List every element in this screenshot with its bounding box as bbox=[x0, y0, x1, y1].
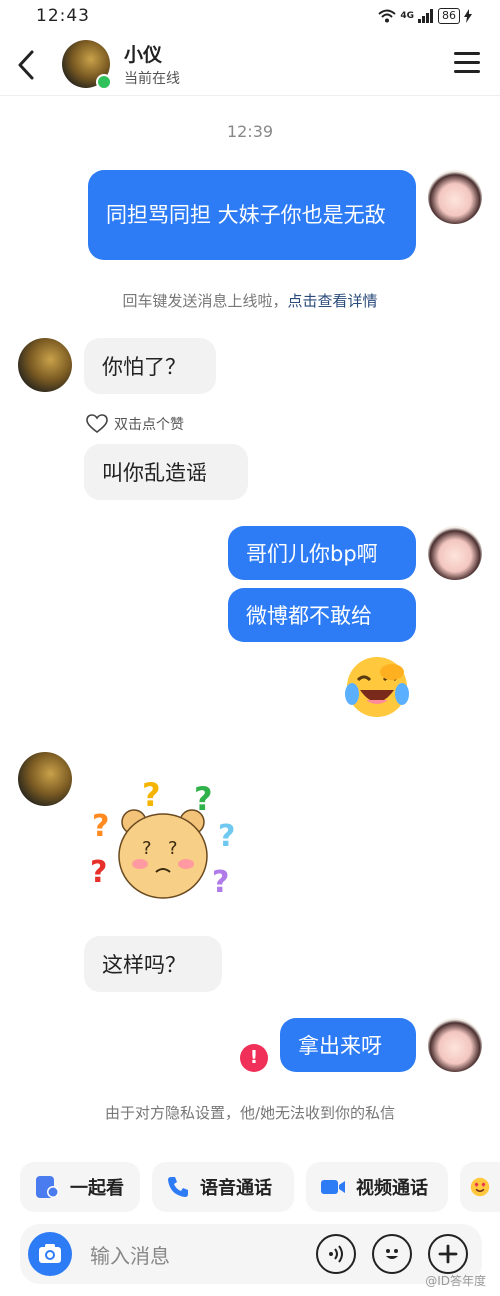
notice-details-link[interactable]: 点击查看详情 bbox=[288, 292, 378, 310]
svg-text:?: ? bbox=[218, 819, 235, 854]
video-call-button[interactable]: 视频通话 bbox=[306, 1162, 448, 1212]
online-status-dot bbox=[96, 74, 112, 90]
contact-status: 当前在线 bbox=[124, 71, 180, 87]
camera-icon bbox=[39, 1244, 61, 1263]
heart-icon bbox=[86, 414, 108, 434]
message-bubble-received[interactable]: 叫你乱造谣 bbox=[84, 444, 248, 500]
message-text: 微博都不敢给 bbox=[246, 604, 372, 628]
my-avatar[interactable] bbox=[428, 526, 482, 580]
svg-text:?: ? bbox=[168, 838, 178, 859]
message-bubble-sent[interactable]: 哥们儿你bp啊 bbox=[228, 526, 416, 580]
message-bubble-received[interactable]: 这样吗？ bbox=[84, 936, 222, 992]
add-more-button[interactable] bbox=[428, 1234, 468, 1274]
back-arrow-icon[interactable] bbox=[14, 48, 40, 82]
message-input-bar: 输入消息 bbox=[20, 1224, 482, 1284]
message-bubble-received[interactable]: 你怕了？ bbox=[84, 338, 216, 394]
battery-icon: 86 bbox=[438, 8, 460, 24]
message-input[interactable]: 输入消息 bbox=[90, 1240, 170, 1269]
signal-icon bbox=[418, 9, 433, 23]
charging-icon bbox=[464, 9, 472, 23]
feature-notice: 回车键发送消息上线啦，点击查看详情 bbox=[0, 290, 500, 311]
svg-text:?: ? bbox=[92, 809, 109, 844]
my-avatar[interactable] bbox=[428, 170, 482, 224]
status-icons: 4G 86 bbox=[378, 8, 472, 24]
svg-text:?: ? bbox=[90, 855, 107, 890]
quick-action-label: 视频通话 bbox=[356, 1178, 428, 1199]
like-hint[interactable]: 双击点个赞 bbox=[86, 414, 184, 434]
voice-wave-icon bbox=[329, 1245, 343, 1263]
notice-text: 回车键发送消息上线啦， bbox=[122, 292, 288, 310]
svg-text:?: ? bbox=[142, 776, 161, 814]
message-text: 这样吗？ bbox=[102, 953, 186, 977]
message-bubble-sent[interactable]: 同担骂同担 大妹子你也是无敌 bbox=[88, 170, 416, 260]
voice-call-button[interactable]: 语音通话 bbox=[152, 1162, 294, 1212]
heart-eyes-emoji-icon bbox=[470, 1177, 490, 1197]
like-label: 双击点个赞 bbox=[114, 417, 184, 433]
watch-together-icon bbox=[36, 1176, 59, 1198]
message-text: 同担骂同担 大妹子你也是无敌 bbox=[106, 203, 386, 227]
contact-message-avatar[interactable] bbox=[18, 752, 72, 806]
wifi-icon bbox=[378, 9, 397, 23]
plus-icon bbox=[438, 1244, 458, 1264]
status-time: 12:43 bbox=[36, 6, 90, 26]
message-text: 叫你乱造谣 bbox=[102, 461, 207, 485]
menu-icon[interactable] bbox=[454, 52, 480, 76]
message-bubble-sent[interactable]: 微博都不敢给 bbox=[228, 588, 416, 642]
more-quick-action[interactable] bbox=[460, 1162, 500, 1212]
message-text: 哥们儿你bp啊 bbox=[246, 542, 378, 566]
watermark: @ID答年度 bbox=[425, 1274, 486, 1288]
voice-input-button[interactable] bbox=[316, 1234, 356, 1274]
watch-together-button[interactable]: 一起看 bbox=[20, 1162, 140, 1212]
contact-name: 小仪 bbox=[124, 44, 163, 66]
contact-message-avatar[interactable] bbox=[18, 338, 72, 392]
svg-text:?: ? bbox=[212, 865, 229, 900]
status-bar: 12:43 4G 86 bbox=[0, 0, 500, 34]
confused-bear-sticker[interactable]: ? ? ? ? ? ? ? ? bbox=[86, 776, 246, 906]
message-bubble-sent[interactable]: 拿出来呀 bbox=[280, 1018, 416, 1072]
camera-button[interactable] bbox=[28, 1232, 72, 1276]
my-avatar[interactable] bbox=[428, 1018, 482, 1072]
svg-text:?: ? bbox=[142, 838, 152, 859]
quick-action-label: 语音通话 bbox=[200, 1178, 272, 1199]
video-icon bbox=[321, 1180, 345, 1194]
privacy-notice: 由于对方隐私设置，他/她无法收到你的私信 bbox=[104, 1104, 396, 1122]
network-type: 4G bbox=[400, 11, 414, 21]
phone-icon bbox=[168, 1177, 188, 1197]
message-text: 拿出来呀 bbox=[298, 1034, 382, 1058]
message-timestamp: 12:39 bbox=[226, 122, 274, 141]
message-text: 你怕了？ bbox=[102, 355, 186, 379]
chat-header: 小仪 当前在线 bbox=[0, 34, 500, 96]
quick-action-label: 一起看 bbox=[70, 1178, 124, 1199]
send-failed-icon[interactable]: ! bbox=[240, 1044, 268, 1072]
emoji-button[interactable] bbox=[372, 1234, 412, 1274]
laughing-crying-emoji[interactable] bbox=[344, 654, 410, 720]
smiley-icon bbox=[386, 1249, 398, 1259]
